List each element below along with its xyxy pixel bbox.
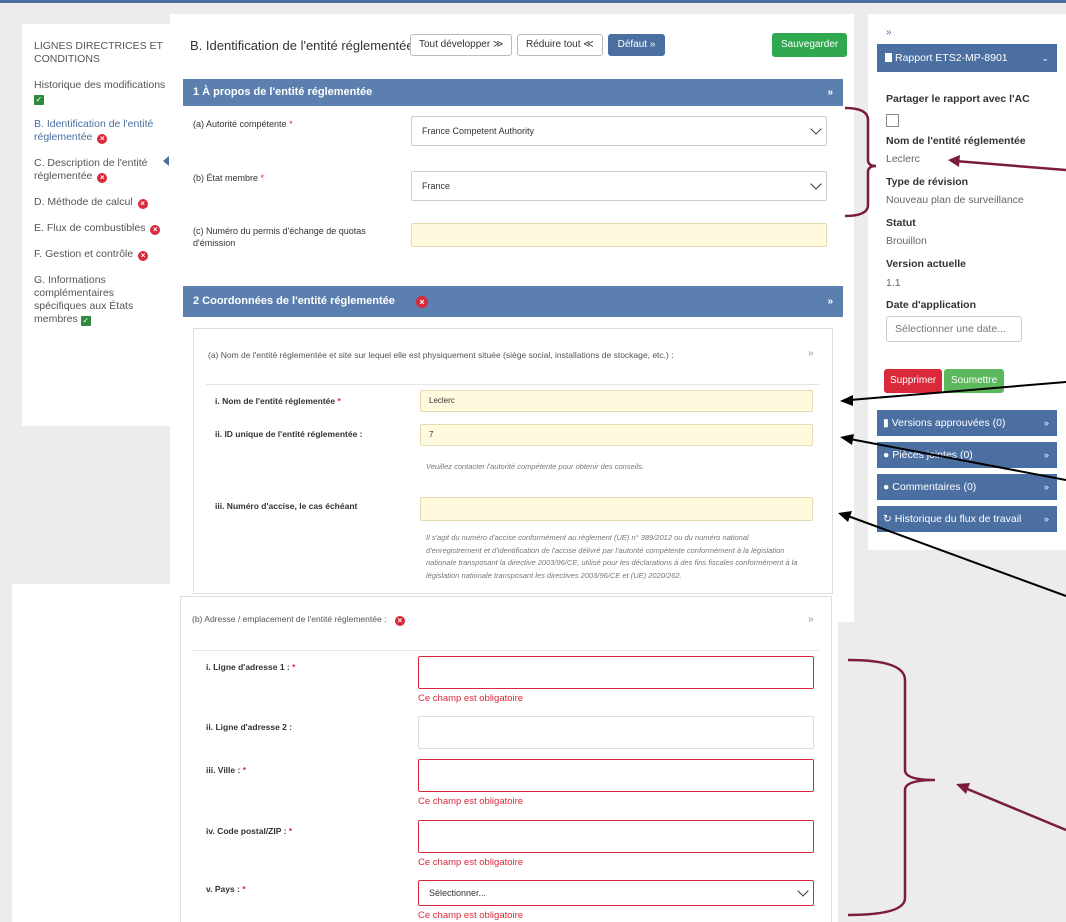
annotation-overlay bbox=[838, 106, 1066, 917]
bracket-section-b bbox=[847, 658, 936, 917]
arrow-entity-name bbox=[954, 159, 1066, 172]
arrow-address-block bbox=[964, 786, 1066, 832]
bracket-section1 bbox=[844, 106, 877, 218]
arrowhead bbox=[840, 395, 853, 406]
arrow-name-field bbox=[849, 381, 1066, 401]
arrowhead bbox=[840, 434, 854, 445]
arrow-uid-field bbox=[849, 438, 1066, 481]
arrowhead bbox=[956, 783, 970, 794]
arrow-excise-field bbox=[847, 515, 1066, 597]
arrowhead bbox=[838, 511, 852, 522]
arrowhead bbox=[948, 155, 960, 167]
